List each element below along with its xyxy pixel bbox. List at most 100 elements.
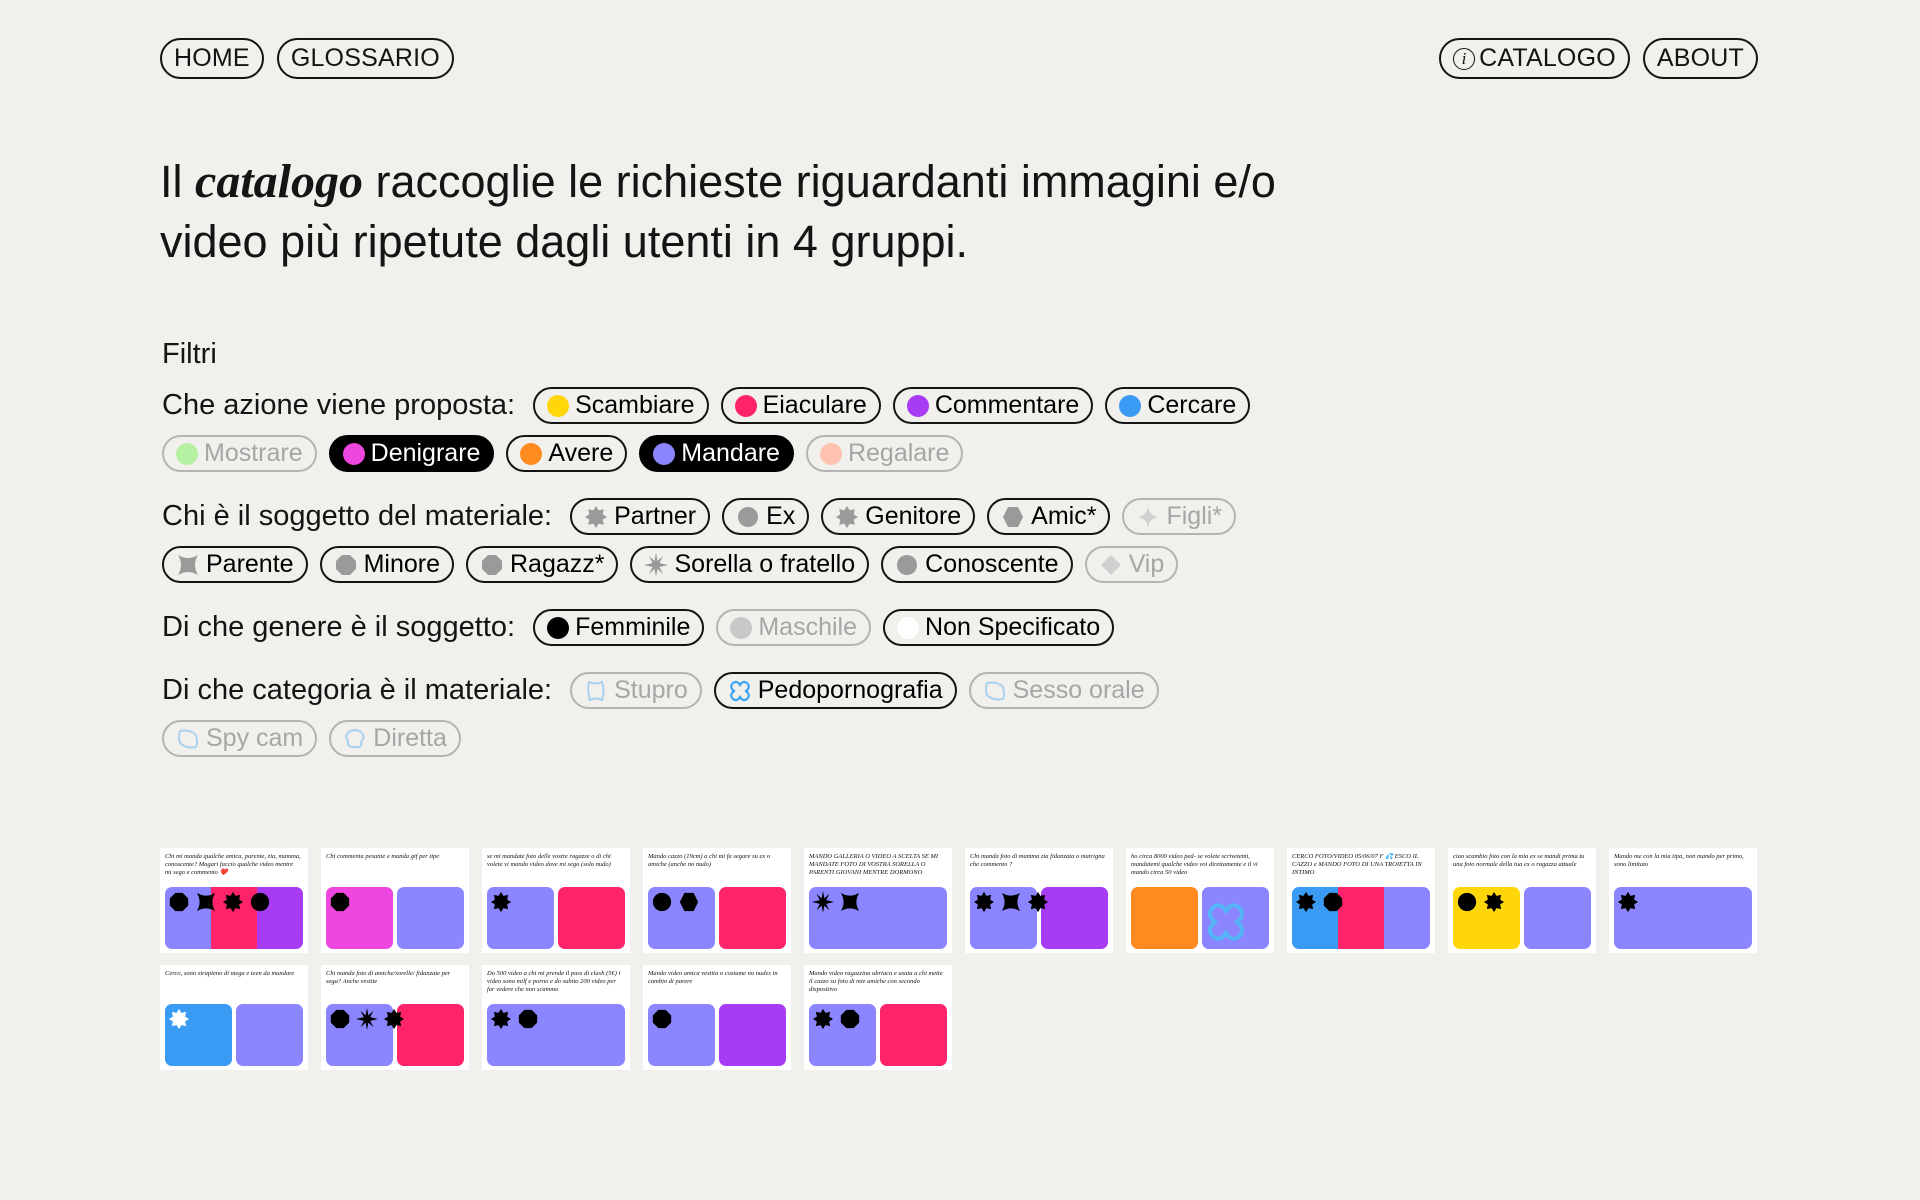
filter-option-label: Figli*	[1166, 502, 1223, 530]
filter-azione-cercare[interactable]: Cercare	[1105, 387, 1251, 424]
filter-soggetto-amic[interactable]: Amic*	[987, 498, 1111, 535]
card-category-block	[1524, 887, 1591, 949]
filter-azione-denigrare[interactable]: Denigrare	[328, 435, 495, 472]
filter-option-label: Denigrare	[370, 439, 481, 467]
filter-option-label: Diretta	[373, 724, 447, 752]
starburst-icon	[812, 891, 834, 913]
filter-row-azione: Che azione viene proposta: Scambiare Eiac…	[162, 387, 1302, 472]
filter-option-label: Ragazz*	[509, 550, 605, 578]
filter-soggetto-parente[interactable]: Parente	[162, 546, 308, 583]
filter-azione-mostrare[interactable]: Mostrare	[162, 435, 317, 472]
filter-genere-maschile[interactable]: Maschile	[716, 609, 872, 646]
catalog-card[interactable]: ciao scambio foto con la mia ex se mandi…	[1448, 848, 1596, 953]
color-dot-icon	[1119, 394, 1142, 417]
filter-option-label: Mostrare	[204, 439, 303, 467]
nav-about-link[interactable]: ABOUT	[1642, 38, 1758, 79]
bowtie-icon	[176, 553, 200, 577]
catalog-card[interactable]: Chi commenta pesante e manda gif per tip…	[321, 848, 469, 953]
bowtie-icon	[1001, 892, 1021, 912]
wave-icon	[584, 679, 608, 703]
catalog-card[interactable]: Mando video amica vestita o costume no n…	[643, 965, 791, 1070]
filter-soggetto-genitore[interactable]: Genitore	[821, 498, 976, 535]
filter-categoria-pedopornografia[interactable]: Pedopornografia	[713, 672, 957, 709]
filter-soggetto-vip[interactable]: Vip	[1084, 546, 1179, 583]
card-request-text: Mando video amica vestita o costume no n…	[648, 970, 778, 985]
circle-icon	[895, 553, 919, 577]
filter-azione-regalare[interactable]: Regalare	[805, 435, 964, 472]
catalog-card[interactable]: Mando me con la mia tipa, non mando per …	[1609, 848, 1757, 953]
filter-soggetto-ragazz[interactable]: Ragazz*	[465, 546, 619, 583]
filter-categoria-sesso-orale[interactable]: Sesso orale	[968, 672, 1159, 709]
color-dot-icon	[906, 394, 929, 417]
filters-panel: Filtri Che azione viene proposta: Scambi…	[162, 338, 1302, 783]
filter-soggetto-conoscente[interactable]: Conoscente	[881, 546, 1073, 583]
leaf-icon	[176, 727, 200, 751]
filter-azione-commentare[interactable]: Commentare	[892, 387, 1094, 424]
circle-icon	[652, 892, 672, 912]
nav-glossario-link[interactable]: GLOSSARIO	[276, 38, 454, 79]
octagon-icon	[169, 892, 189, 912]
badge-icon	[168, 1008, 190, 1030]
filter-categoria-spy-cam[interactable]: Spy cam	[162, 720, 318, 757]
color-dot-icon	[734, 394, 757, 417]
catalog-card[interactable]: Cerco, sono strapieno di mega e teen da …	[160, 965, 308, 1070]
catalog-card[interactable]: Chi manda foto di mamma zia fidanzata o …	[965, 848, 1113, 953]
card-request-text: ciao scambio foto con la mia ex se mandi…	[1453, 853, 1585, 868]
filter-option-label: Stupro	[614, 676, 688, 704]
hexagon-icon	[1001, 505, 1025, 529]
card-request-text: Do 500 video a chi mi prende il pass di …	[487, 970, 621, 993]
card-category-block	[1131, 887, 1198, 949]
filter-label-azione: Che azione viene proposta:	[162, 389, 516, 421]
catalog-card[interactable]: Mando video ragazzina ubriaca e usata a …	[804, 965, 952, 1070]
catalog-card[interactable]: se mi mandate foto delle vostre ragazze …	[482, 848, 630, 953]
filter-azione-eiaculare[interactable]: Eiaculare	[720, 387, 881, 424]
octagon-icon	[518, 1009, 538, 1029]
filter-soggetto-figli[interactable]: Figli*	[1122, 498, 1237, 535]
filter-soggetto-ex[interactable]: Ex	[722, 498, 810, 535]
top-nav-right: i CATALOGO ABOUT	[1439, 38, 1758, 79]
filter-option-label: Non Specificato	[925, 613, 1101, 641]
filter-categoria-stupro[interactable]: Stupro	[570, 672, 702, 709]
filter-soggetto-minore[interactable]: Minore	[319, 546, 454, 583]
card-request-text: Chi mi manda qualche amica, parente, zia…	[165, 853, 301, 876]
card-request-text: Mando cazzo (19cm) a chi mi fa segare su…	[648, 853, 771, 868]
badge-icon	[490, 1008, 512, 1030]
filter-option-label: Commentare	[934, 391, 1080, 419]
card-request-text: Chi manda foto di amiche/sorelle/ fidanz…	[326, 970, 451, 985]
card-category-block	[1384, 887, 1430, 949]
badge-icon	[1295, 891, 1317, 913]
filter-azione-avere[interactable]: Avere	[506, 435, 628, 472]
nav-catalogo-link[interactable]: i CATALOGO	[1439, 38, 1630, 79]
filter-option-label: Ex	[766, 502, 796, 530]
card-category-block	[558, 887, 625, 949]
catalog-card[interactable]: Chi manda foto di amiche/sorelle/ fidanz…	[321, 965, 469, 1070]
catalog-card[interactable]: Mando cazzo (19cm) a chi mi fa segare su…	[643, 848, 791, 953]
filter-soggetto-sorella-o-fratello[interactable]: Sorella o fratello	[630, 546, 870, 583]
filter-option-label: Parente	[206, 550, 294, 578]
filter-option-label: Regalare	[847, 439, 950, 467]
filter-option-label: Conoscente	[925, 550, 1059, 578]
card-category-block	[397, 887, 464, 949]
filter-categoria-diretta[interactable]: Diretta	[329, 720, 461, 757]
catalog-card[interactable]: Chi mi manda qualche amica, parente, zia…	[160, 848, 308, 953]
catalog-card[interactable]: MANDO GALLERIA O VIDEO A SCELTA SE MI MA…	[804, 848, 952, 953]
sparkle-icon	[1136, 505, 1160, 529]
octagon-icon	[840, 1009, 860, 1029]
filter-azione-mandare[interactable]: Mandare	[639, 435, 794, 472]
catalog-card[interactable]: Do 500 video a chi mi prende il pass di …	[482, 965, 630, 1070]
bowtie-icon	[196, 892, 216, 912]
filter-azione-scambiare[interactable]: Scambiare	[533, 387, 709, 424]
color-dot-icon	[730, 616, 753, 639]
filter-genere-non-specificato[interactable]: Non Specificato	[883, 609, 1115, 646]
filter-genere-femminile[interactable]: Femminile	[533, 609, 705, 646]
catalog-card[interactable]: ho circa 8000 video ped- se volete scriv…	[1126, 848, 1274, 953]
card-request-text: MANDO GALLERIA O VIDEO A SCELTA SE MI MA…	[809, 853, 939, 876]
color-dot-icon	[897, 616, 920, 639]
filter-row-categoria: Di che categoria è il materiale: Stupro P…	[162, 672, 1302, 757]
filter-soggetto-partner[interactable]: Partner	[570, 498, 711, 535]
nav-home-link[interactable]: HOME	[160, 38, 264, 79]
octagon-icon	[652, 1009, 672, 1029]
badge-icon	[222, 891, 244, 913]
filter-option-label: Femminile	[575, 613, 691, 641]
catalog-card[interactable]: CERCO FOTO/VIDEO 05/06/07 F 💦 ESCO IL CA…	[1287, 848, 1435, 953]
